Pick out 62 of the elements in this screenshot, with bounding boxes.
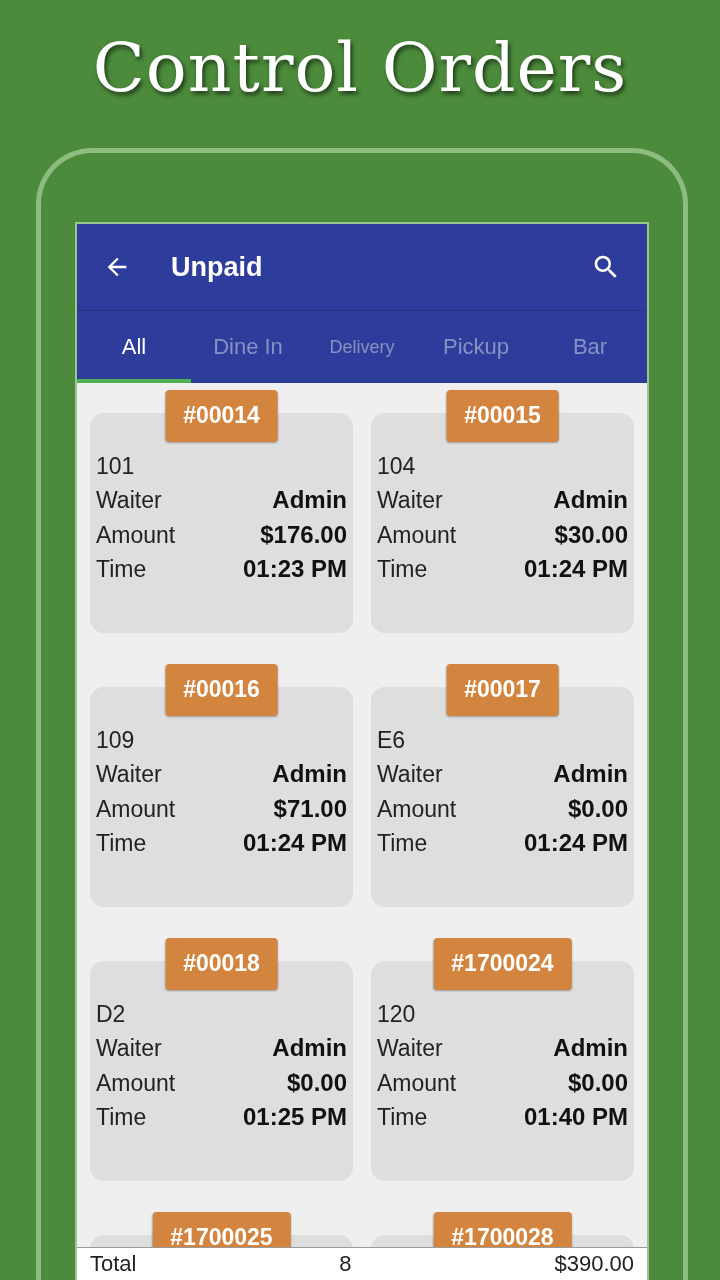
field-label: Waiter <box>377 486 443 515</box>
order-number-badge: #1700024 <box>433 938 572 990</box>
category-tab[interactable]: All <box>77 311 191 383</box>
order-number-badge: #00018 <box>165 938 278 990</box>
field-value: 01:24 PM <box>242 828 347 858</box>
order-number-badge: #00015 <box>446 390 559 442</box>
total-label: Total <box>90 1251 137 1277</box>
order-card[interactable]: #00014 101 Waiter Admin Amount $176.00 Time 01:23 PM <box>90 390 353 633</box>
field-value: $0.00 <box>567 793 628 824</box>
field-value: 01:23 PM <box>242 554 347 584</box>
field-label: Waiter <box>377 1034 443 1063</box>
headline: Control Orders <box>92 28 628 107</box>
field-label: Waiter <box>96 760 162 789</box>
field-value: 01:24 PM <box>523 828 628 858</box>
field-label: Waiter <box>377 760 443 789</box>
table-number: 101 <box>96 452 135 481</box>
field-value: Admin <box>553 1033 628 1063</box>
field-value: 01:25 PM <box>242 1102 347 1132</box>
order-card[interactable]: #1700024 120 Waiter Admin Amount $0.00 Time 01:40 PM <box>371 938 634 1181</box>
field-value: $71.00 <box>273 793 347 824</box>
field-label: Time <box>96 555 147 584</box>
order-number-badge: #00017 <box>446 664 559 716</box>
order-number-badge: #00016 <box>165 664 278 716</box>
order-card[interactable]: #00018 D2 Waiter Admin Amount $0.00 Time 01:25 PM <box>90 938 353 1181</box>
field-label: Amount <box>377 1068 457 1098</box>
screen-title: Unpaid <box>171 251 264 283</box>
field-label: Amount <box>377 520 457 550</box>
table-number: E6 <box>377 726 406 755</box>
field-label: Waiter <box>96 486 162 515</box>
order-card[interactable]: #00015 104 Waiter Admin Amount $30.00 Time 01:24 PM <box>371 390 634 633</box>
field-value: Admin <box>272 1033 347 1063</box>
field-label: Waiter <box>96 1034 162 1063</box>
field-label: Amount <box>377 794 457 824</box>
field-value: $30.00 <box>554 519 628 550</box>
field-value: Admin <box>272 485 347 515</box>
field-value: Admin <box>272 759 347 789</box>
field-label: Time <box>377 555 428 584</box>
table-number: 109 <box>96 726 135 755</box>
field-label: Time <box>96 829 147 858</box>
field-label: Time <box>96 1103 147 1132</box>
field-value: Admin <box>553 759 628 789</box>
order-number-badge: #1700025 <box>152 1212 291 1247</box>
field-label: Amount <box>96 520 176 550</box>
order-number-badge: #00014 <box>165 390 278 442</box>
field-label: Time <box>377 1103 428 1132</box>
field-value: Admin <box>553 485 628 515</box>
field-value: 01:40 PM <box>523 1102 628 1132</box>
order-number-badge: #1700028 <box>433 1212 572 1247</box>
table-number: 104 <box>377 452 416 481</box>
field-value: $0.00 <box>286 1067 347 1098</box>
field-value: $0.00 <box>567 1067 628 1098</box>
field-value: $176.00 <box>260 519 347 550</box>
table-number: 120 <box>377 1000 416 1029</box>
total-amount: $390.00 <box>554 1251 634 1277</box>
table-number: D2 <box>96 1000 126 1029</box>
field-label: Time <box>377 829 428 858</box>
field-label: Amount <box>96 794 176 824</box>
field-value: 01:24 PM <box>523 554 628 584</box>
order-card[interactable]: #00016 109 Waiter Admin Amount $71.00 Time 01:24 PM <box>90 664 353 907</box>
order-count: 8 <box>339 1251 352 1277</box>
order-card[interactable]: #00017 E6 Waiter Admin Amount $0.00 Time 01:24 PM <box>371 664 634 907</box>
field-label: Amount <box>96 1068 176 1098</box>
